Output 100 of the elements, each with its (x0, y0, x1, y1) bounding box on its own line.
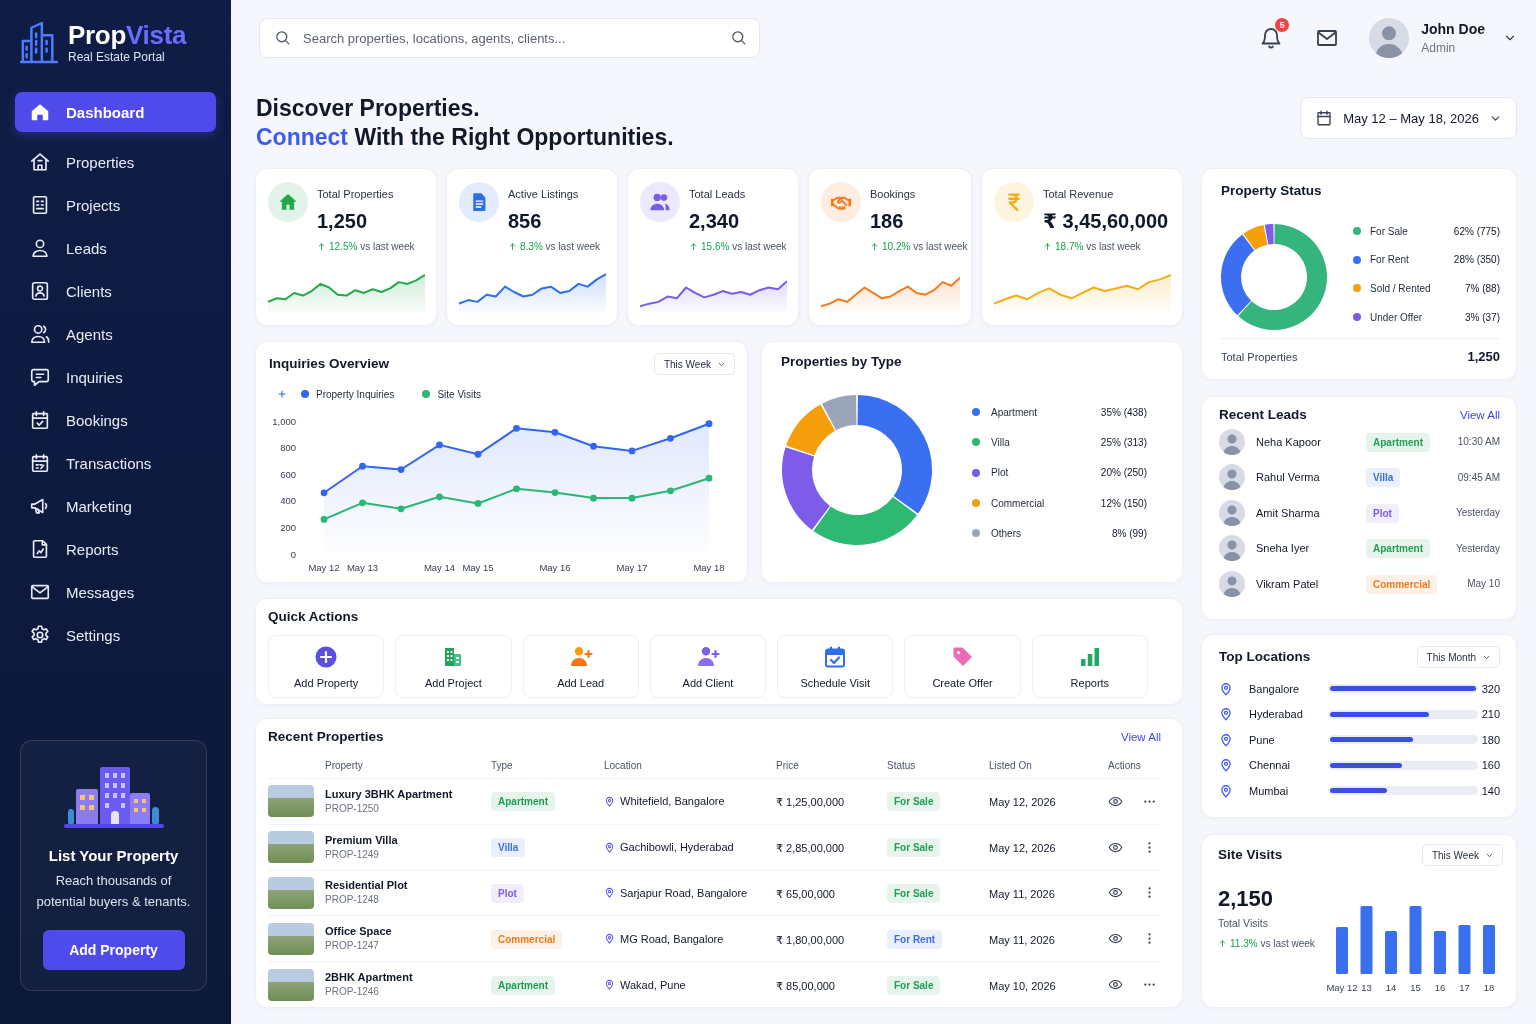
property-id: PROP-1248 (325, 893, 380, 908)
user-name: John Doe (1421, 20, 1485, 38)
stat-label: Total Properties (317, 187, 395, 201)
stat-value: 1,250 (317, 209, 369, 233)
photo-placeholder (268, 877, 314, 909)
axis-label: 15 (1410, 982, 1421, 993)
legend-label: Apartment (991, 406, 1039, 418)
lead-time: 09:45 AM (1457, 471, 1500, 483)
legend-label: Villa (991, 436, 1011, 448)
axis-label: 1,000 (272, 415, 296, 427)
stat-value: 856 (508, 209, 543, 233)
date-text: May 12, 2026 (989, 796, 1056, 809)
axis-label: May 12 (308, 562, 340, 573)
status-tag: For Rent (887, 929, 943, 949)
data-point (436, 441, 443, 449)
count-text: 320 (1480, 682, 1500, 695)
arrow-up-icon (317, 242, 326, 251)
sidebar-nav-item[interactable]: Messages (15, 572, 216, 612)
legend-value: 62% (775) (1453, 225, 1500, 237)
lead-time: 10:30 AM (1457, 436, 1500, 448)
location-pin-icon (604, 795, 615, 807)
period-dropdown[interactable]: This Week (653, 353, 735, 375)
status-tag: For Sale (887, 975, 941, 995)
property-name: Office Space (325, 924, 392, 939)
axis-label: 0 (290, 548, 296, 560)
lead-name: Amit Sharma (1255, 506, 1321, 519)
quick-action-button[interactable]: Add Lead (522, 635, 639, 698)
data-point (474, 500, 482, 507)
location-pin-icon (1219, 732, 1233, 747)
sidebar-nav-item[interactable]: Inquiries (15, 357, 216, 397)
location-pin-icon (604, 933, 615, 945)
sidebar-nav-item[interactable]: Settings (15, 615, 216, 655)
stat-label: Total Leads (689, 187, 747, 201)
lead-time: Yesterday (1455, 542, 1500, 554)
data-point (397, 505, 405, 513)
plus-icon[interactable] (277, 389, 287, 399)
location-pin-icon (604, 979, 615, 991)
trend-text: 12.5% vs last week (329, 241, 415, 252)
property-id: PROP-1250 (325, 801, 380, 816)
sidebar-nav-item[interactable]: Leads (15, 228, 216, 268)
photo-placeholder (268, 831, 314, 864)
legend-label: Site Visits (437, 388, 482, 400)
data-point (628, 447, 636, 455)
add-property-button[interactable]: Add Property (42, 930, 185, 970)
location-text: Gachibowli, Hyderabad (620, 841, 734, 854)
sidebar-nav-item[interactable]: Agents (15, 314, 216, 354)
photo-placeholder (268, 968, 314, 1001)
date-text: May 11, 2026 (989, 888, 1055, 900)
card-title: Site Visits (1218, 846, 1283, 864)
arrow-up-icon (689, 242, 698, 251)
sidebar-nav-item[interactable]: Transactions (15, 443, 216, 483)
sidebar-nav-item[interactable]: Bookings (15, 400, 216, 440)
period-dropdown[interactable]: This Month (1416, 646, 1500, 668)
bar (1483, 925, 1495, 974)
view-all-link[interactable]: View All (1459, 409, 1500, 421)
settings-icon (29, 624, 51, 646)
date-range-button[interactable]: May 12 – May 18, 2026 (1300, 97, 1517, 139)
city-name: Mumbai (1248, 784, 1290, 797)
legend-value: 8% (99) (1112, 527, 1147, 539)
axis-label: 200 (280, 521, 296, 533)
data-point (474, 450, 482, 458)
view-all-link[interactable]: View All (1120, 731, 1161, 743)
avatar-icon[interactable] (1369, 18, 1410, 58)
card-title: Recent Leads (1219, 406, 1307, 424)
sidebar-nav-item[interactable]: Clients (15, 271, 216, 311)
lead-tag: Commercial (1366, 574, 1438, 594)
sidebar-nav-item[interactable]: Marketing (15, 486, 216, 526)
column-header: Listed On (989, 759, 1033, 771)
sidebar-nav-item[interactable]: Properties (15, 142, 216, 182)
quick-action-button[interactable]: Reports (1031, 635, 1148, 698)
axis-label: 18 (1483, 982, 1495, 993)
calendar-icon (29, 452, 51, 474)
data-point (513, 424, 520, 432)
lead-name: Rahul Verma (1255, 471, 1321, 484)
quick-action-button[interactable]: Add Project (395, 635, 512, 698)
lead-time: Yesterday (1455, 507, 1500, 519)
quick-action-button[interactable]: Create Offer (904, 635, 1021, 698)
trend-text: 11.3% vs last week (1230, 938, 1315, 949)
axis-label: 16 (1434, 982, 1446, 993)
quick-action-button[interactable]: Add Client (649, 635, 767, 698)
sidebar-nav-item[interactable]: Dashboard (15, 92, 216, 132)
type-tag: Plot (491, 884, 524, 903)
city-name: Pune (1248, 733, 1276, 746)
chat-bubble-icon (29, 366, 51, 388)
type-tag: Apartment (491, 975, 555, 995)
type-tag: Apartment (491, 792, 555, 812)
search-field[interactable]: Search properties, locations, agents, clients... (259, 18, 760, 58)
data-point (513, 485, 520, 493)
sidebar-nav-item[interactable]: Reports (15, 529, 216, 569)
search-icon (274, 29, 291, 46)
quick-action-button[interactable]: Schedule Visit (777, 635, 894, 698)
page-title: Discover Properties. (255, 94, 481, 123)
quick-action-button[interactable]: Add Property (268, 635, 385, 698)
search-icon[interactable] (730, 29, 747, 46)
bar (1336, 927, 1348, 974)
axis-label: May 14 (423, 562, 456, 573)
photo-placeholder (268, 922, 314, 955)
sidebar-nav-item[interactable]: Projects (15, 185, 216, 225)
period-dropdown[interactable]: This Week (1421, 844, 1503, 866)
bar (1409, 906, 1422, 974)
